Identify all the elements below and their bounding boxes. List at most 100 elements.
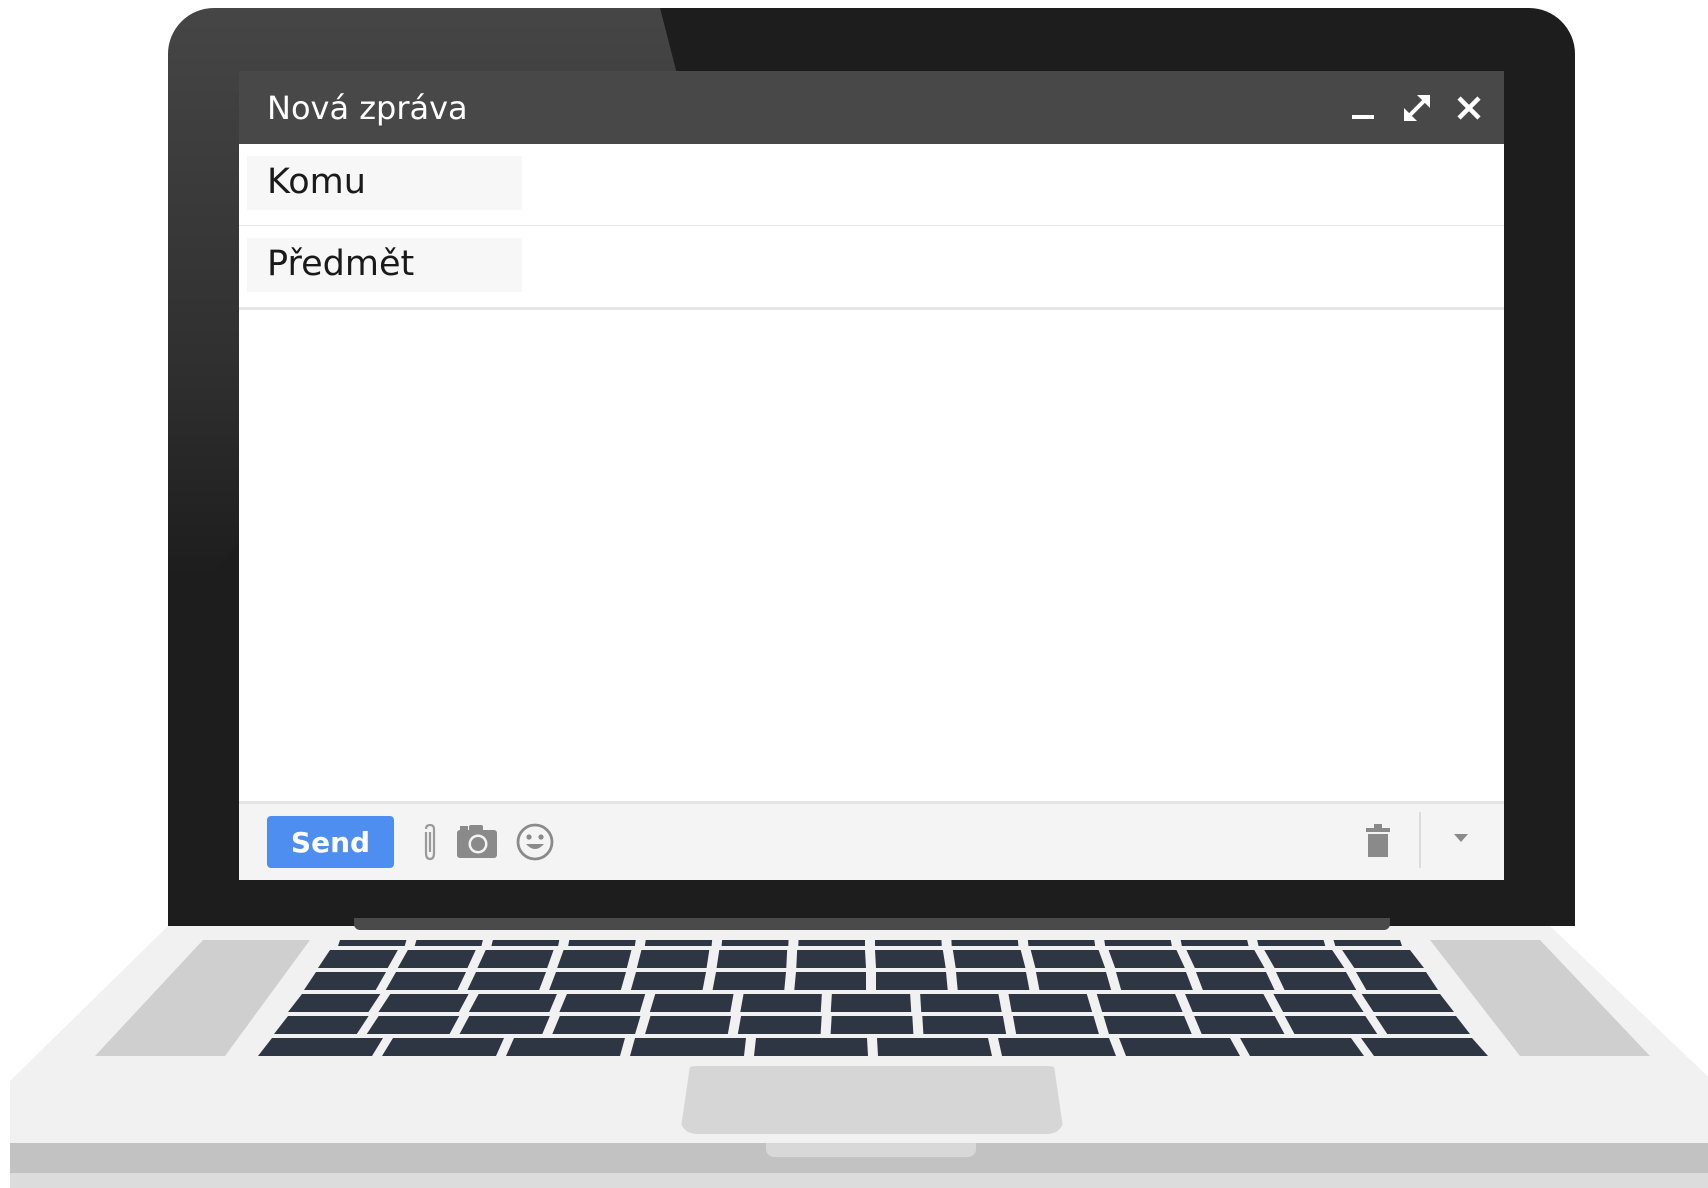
keyboard-key xyxy=(830,994,912,1012)
keyboard-key xyxy=(1273,994,1364,1012)
keyboard-key xyxy=(288,994,381,1012)
keyboard-key xyxy=(1036,972,1112,990)
to-row: Komu xyxy=(239,144,1504,228)
keyboard-key xyxy=(557,950,632,968)
keyboard-key xyxy=(830,1016,914,1034)
keyboard-key xyxy=(1257,940,1326,946)
keyboard-key xyxy=(876,972,948,990)
keyboard-key xyxy=(796,950,866,968)
keyboard-key xyxy=(559,994,646,1012)
keyboard-key xyxy=(1361,994,1454,1012)
expand-icon xyxy=(1404,95,1430,121)
keyboard-key xyxy=(1342,950,1424,968)
send-button[interactable]: Send xyxy=(267,816,394,868)
keyboard-key xyxy=(382,1038,504,1056)
subject-label: Předmět xyxy=(267,244,415,284)
to-label: Komu xyxy=(267,162,366,202)
subject-field[interactable] xyxy=(539,234,1493,300)
keyboard-key xyxy=(1096,994,1183,1012)
keyboard-key xyxy=(798,940,865,946)
attach-icon[interactable] xyxy=(419,822,441,864)
keyboard-key xyxy=(477,950,554,968)
keyboard-key xyxy=(1030,950,1106,968)
keyboard xyxy=(258,940,1488,1056)
keyboard-key xyxy=(877,1038,992,1056)
keyboard-key xyxy=(794,972,866,990)
keyboard-key xyxy=(1264,950,1345,968)
lid-opening-notch xyxy=(766,1143,976,1157)
keyboard-key xyxy=(721,940,789,946)
minimize-icon xyxy=(1352,115,1374,119)
emoji-icon[interactable] xyxy=(515,822,555,862)
compose-titlebar: Nová zpráva xyxy=(239,71,1504,144)
keyboard-key xyxy=(737,1016,822,1034)
keyboard-key xyxy=(645,1016,732,1034)
message-body[interactable] xyxy=(239,310,1504,800)
keyboard-key xyxy=(875,940,942,946)
keyboard-key xyxy=(920,994,1002,1012)
laptop-base-lip xyxy=(10,1173,1708,1188)
keyboard-key xyxy=(467,972,546,990)
trackpad xyxy=(680,1066,1064,1134)
minimize-button[interactable] xyxy=(1344,85,1384,129)
subject-row: Předmět xyxy=(239,226,1504,310)
keyboard-key xyxy=(549,972,626,990)
laptop-hinge xyxy=(354,918,1390,930)
keyboard-key xyxy=(956,972,1030,990)
keyboard-key xyxy=(318,950,398,968)
keyboard-key xyxy=(385,972,466,990)
keyboard-key xyxy=(1103,1016,1192,1034)
expand-button[interactable] xyxy=(1397,85,1437,129)
keyboard-key xyxy=(951,940,1019,946)
dropdown-arrow-icon[interactable] xyxy=(1451,831,1471,845)
keyboard-key xyxy=(491,940,560,946)
keyboard-key xyxy=(1180,940,1249,946)
keyboard-key xyxy=(1240,1038,1364,1056)
keyboard-key xyxy=(644,940,713,946)
keyboard-key xyxy=(506,1038,625,1056)
keyboard-key xyxy=(740,994,822,1012)
keyboard-key xyxy=(716,950,788,968)
camera-icon[interactable] xyxy=(455,822,499,860)
keyboard-key xyxy=(1104,940,1172,946)
trash-icon[interactable] xyxy=(1365,824,1391,858)
keyboard-key xyxy=(1284,1016,1378,1034)
keyboard-key xyxy=(1027,940,1096,946)
keyboard-key xyxy=(1276,972,1357,990)
keyboard-key xyxy=(952,950,1026,968)
keyboard-key xyxy=(712,972,786,990)
keyboard-key xyxy=(998,1038,1116,1056)
keyboard-key xyxy=(1356,972,1438,990)
keyboard-key xyxy=(468,994,557,1012)
keyboard-key xyxy=(1108,950,1185,968)
keyboard-key xyxy=(922,1016,1007,1034)
keyboard-key xyxy=(1119,1038,1240,1056)
keyboard-key xyxy=(366,1016,460,1034)
close-icon xyxy=(1457,96,1481,120)
keyboard-key xyxy=(636,950,710,968)
keyboard-key xyxy=(1185,994,1274,1012)
close-button[interactable] xyxy=(1449,85,1489,129)
keyboard-key xyxy=(304,972,386,990)
keyboard-key xyxy=(1116,972,1193,990)
keyboard-key xyxy=(1196,972,1275,990)
keyboard-key xyxy=(459,1016,550,1034)
keyboard-key xyxy=(649,994,734,1012)
keyboard-key xyxy=(274,1016,369,1034)
keyboard-key xyxy=(397,950,476,968)
keyboard-key xyxy=(258,1038,383,1056)
to-field[interactable] xyxy=(539,152,1493,218)
keyboard-key xyxy=(1333,940,1402,946)
keyboard-key xyxy=(568,940,636,946)
keyboard-key xyxy=(754,1038,868,1056)
keyboard-key xyxy=(1012,1016,1099,1034)
keyboard-key xyxy=(1186,950,1265,968)
keyboard-key xyxy=(630,972,706,990)
keyboard-key xyxy=(1194,1016,1285,1034)
compose-title: Nová zpráva xyxy=(267,89,468,127)
keyboard-key xyxy=(630,1038,746,1056)
keyboard-key xyxy=(378,994,469,1012)
keyboard-key xyxy=(414,940,483,946)
keyboard-key xyxy=(1361,1038,1488,1056)
compose-window: Nová zpráva Komu Předmět Send xyxy=(239,71,1504,880)
